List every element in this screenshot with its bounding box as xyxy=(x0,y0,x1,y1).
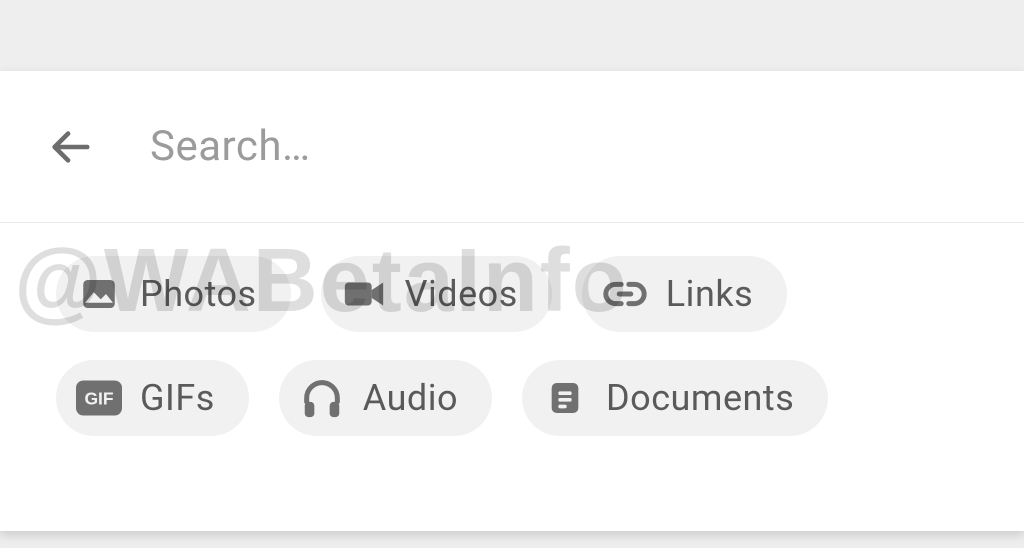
chip-documents[interactable]: Documents xyxy=(522,360,828,436)
chip-row-2: GIF GIFs Audio xyxy=(56,360,968,436)
video-icon xyxy=(341,271,387,317)
link-icon xyxy=(602,271,648,317)
chip-links[interactable]: Links xyxy=(582,256,787,332)
chip-photos[interactable]: Photos xyxy=(56,256,291,332)
document-icon xyxy=(542,375,588,421)
svg-text:GIF: GIF xyxy=(84,388,113,408)
chip-label: GIFs xyxy=(140,377,215,419)
gif-icon: GIF xyxy=(76,375,122,421)
search-bar xyxy=(0,71,1024,223)
screen: Photos Videos xyxy=(0,0,1024,548)
chip-label: Links xyxy=(666,273,753,315)
chip-videos[interactable]: Videos xyxy=(321,256,552,332)
filter-chips: Photos Videos xyxy=(0,223,1024,469)
chip-label: Audio xyxy=(363,377,458,419)
chip-label: Documents xyxy=(606,377,794,419)
chip-label: Videos xyxy=(405,273,518,315)
search-panel: Photos Videos xyxy=(0,71,1024,531)
search-input[interactable] xyxy=(150,122,1024,171)
back-button[interactable] xyxy=(45,122,95,172)
chip-audio[interactable]: Audio xyxy=(279,360,492,436)
chip-label: Photos xyxy=(140,273,257,315)
photo-icon xyxy=(76,271,122,317)
arrow-left-icon xyxy=(47,124,93,170)
chip-row-1: Photos Videos xyxy=(56,256,968,332)
headphones-icon xyxy=(299,375,345,421)
chip-gifs[interactable]: GIF GIFs xyxy=(56,360,249,436)
